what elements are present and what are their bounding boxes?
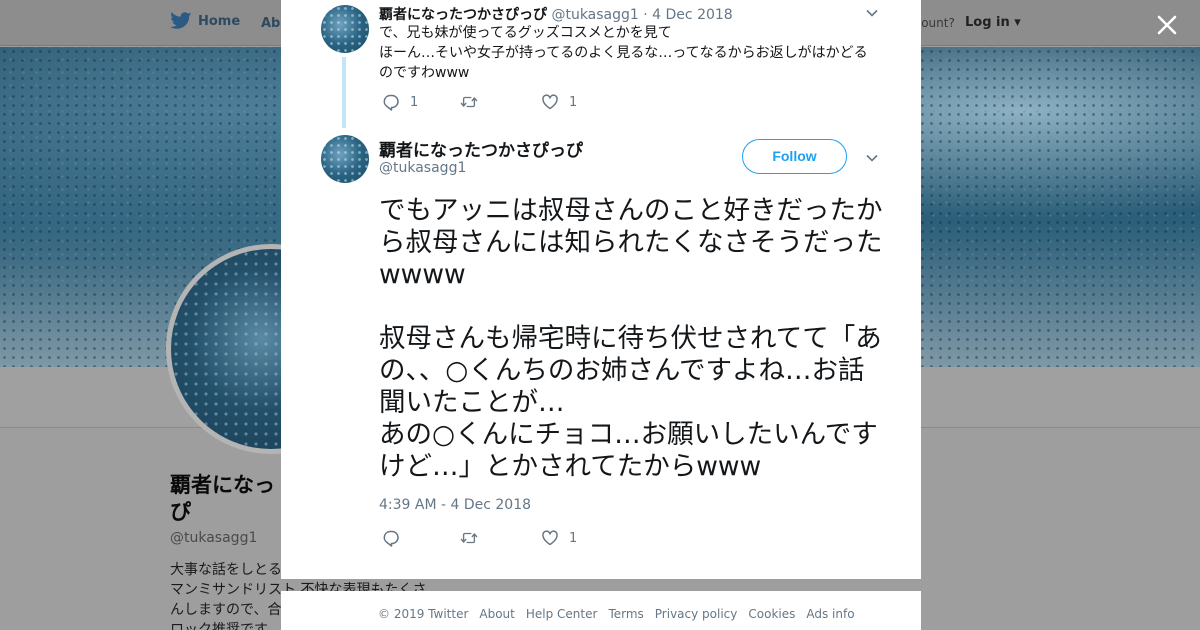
close-icon [1157,15,1177,35]
main-tweet-timestamp[interactable]: 4:39 AM - 4 Dec 2018 [379,497,531,513]
like-count: 1 [569,94,578,110]
heart-icon [542,530,558,546]
footer-about-link[interactable]: About [479,607,514,630]
like-button[interactable]: 1 [541,529,577,547]
retweet-button[interactable] [460,93,541,111]
footer-terms-link[interactable]: Terms [608,607,643,630]
previous-tweet-header: 覇者になったつかさぴっぴ @tukasagg1 · 4 Dec 2018 [379,4,733,24]
retweet-button[interactable] [460,529,541,547]
previous-tweet-handle[interactable]: @tukasagg1 [551,7,638,23]
avatar[interactable] [321,135,369,183]
footer-cookies-link[interactable]: Cookies [748,607,795,630]
main-tweet-actions: 1 [382,529,577,547]
footer-copyright: © 2019 Twitter [378,607,469,621]
nav-home-label: Home [198,13,241,29]
profile-name-text: 覇者になっ ぴ [170,473,275,524]
reply-icon [383,530,399,547]
reply-button[interactable]: 1 [382,93,460,111]
twitter-bird-icon [170,12,192,29]
login-label: Log in [965,15,1010,30]
reply-icon [383,94,399,111]
previous-tweet-display-name[interactable]: 覇者になったつかさぴっぴ [379,7,547,23]
footer-privacy-link[interactable]: Privacy policy [655,607,738,630]
close-button[interactable] [1152,10,1182,40]
retweet-icon [460,96,478,108]
previous-tweet-text: で、兄も妹が使ってるグッズコスメとかを見て ほーん…そいや女子が持ってるのよく見… [379,25,868,81]
chevron-down-icon[interactable] [864,150,880,166]
reply-count: 1 [410,94,419,110]
caret-down-icon: ▾ [1014,15,1021,30]
previous-tweet-date[interactable]: · 4 Dec 2018 [643,7,732,23]
footer-help-center-link[interactable]: Help Center [526,607,598,630]
reply-button[interactable] [382,529,460,547]
avatar[interactable] [321,5,369,53]
profile-handle: @tukasagg1 [170,530,258,546]
login-dropdown[interactable]: Log in ▾ [965,15,1021,30]
heart-icon [542,94,558,110]
main-tweet-display-name[interactable]: 覇者になったつかさぴっぴ [379,136,583,161]
like-button[interactable]: 1 [541,93,577,111]
main-tweet-text: でもアッニは叔母さんのこと好きだったから叔母さんには知られたくなさそうだったww… [379,195,883,482]
previous-tweet-actions: 1 1 [382,93,577,111]
chevron-down-icon[interactable] [864,5,880,21]
follow-button[interactable]: Follow [742,139,847,174]
footer-ads-info-link[interactable]: Ads info [806,607,854,630]
retweet-icon [460,532,478,544]
like-count: 1 [569,530,578,546]
nav-home-link[interactable]: Home [170,12,240,30]
thread-connector-line [342,57,346,128]
modal-footer: © 2019 Twitter About Help Center Terms P… [281,591,921,630]
main-tweet-handle[interactable]: @tukasagg1 [379,160,466,176]
